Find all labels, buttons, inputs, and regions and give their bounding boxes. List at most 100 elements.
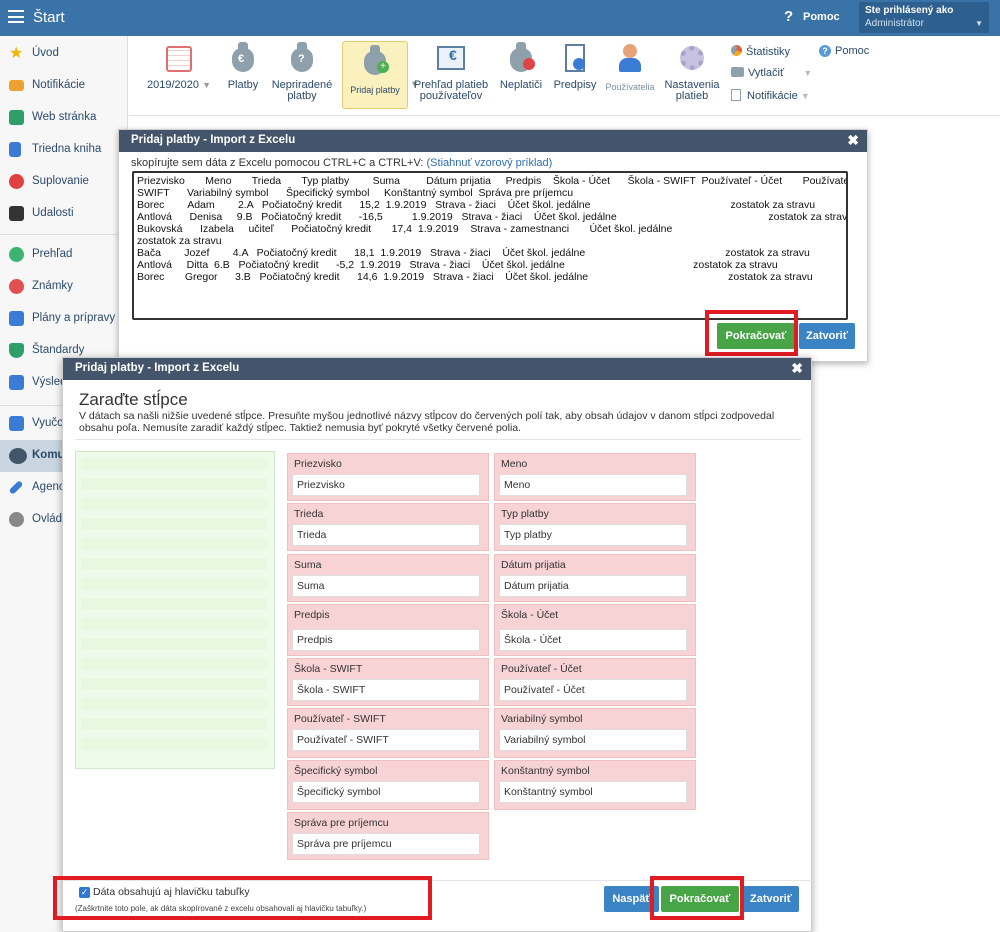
money-bag-add-icon: + (359, 45, 391, 77)
sidebar-item-triedna-kniha[interactable]: Triedna kniha (0, 134, 128, 166)
sidebar-item-label: Komu (32, 449, 65, 461)
target-field-skola-swift[interactable]: Škola - SWIFT Škola - SWIFT (287, 658, 489, 706)
field-chip[interactable]: Dátum prijatia (499, 575, 687, 597)
target-field-konstantny-symbol[interactable]: Konštantný symbol Konštantný symbol (494, 760, 696, 810)
user-menu[interactable]: Ste prihlásený ako Administrátor ▼ (859, 2, 989, 33)
field-chip[interactable]: Správa pre príjemcu (292, 833, 480, 855)
toolbar-nepriradene-platby[interactable]: ? Nepriradené platby (269, 42, 335, 106)
toolbar-label: Predpisy (553, 79, 597, 91)
target-field-predpis[interactable]: Predpis Predpis (287, 604, 489, 656)
year-selector[interactable]: 2019/2020 ▼ (144, 42, 214, 106)
field-chip[interactable]: Škola - Účet (499, 629, 687, 651)
field-chip[interactable]: Používateľ - SWIFT (292, 729, 480, 751)
target-field-typ-platby[interactable]: Typ platby Typ platby (494, 503, 696, 551)
sidebar-item-web-stranka[interactable]: Web stránka (0, 102, 128, 134)
field-label: Správa pre príjemcu (294, 817, 389, 829)
field-chip[interactable]: Trieda (292, 524, 480, 546)
book-icon (9, 142, 21, 157)
paste-textarea[interactable]: Priezvisko Meno Trieda Typ platby Suma D… (132, 171, 848, 320)
field-chip[interactable]: Predpis (292, 629, 480, 651)
sidebar-item-label: Notifikácie (32, 79, 86, 91)
page-title: Štart (33, 9, 65, 26)
sidebar-item-suplovanie[interactable]: Suplovanie (0, 166, 128, 198)
field-chip[interactable]: Škola - SWIFT (292, 679, 480, 701)
target-field-pouzivatel-ucet[interactable]: Používateľ - Účet Používateľ - Účet (494, 658, 696, 706)
pool-slot (81, 618, 267, 630)
field-label: Škola - Účet (501, 609, 559, 621)
field-chip[interactable]: Variabilný symbol (499, 729, 687, 751)
pool-slot (81, 538, 267, 550)
field-chip[interactable]: Používateľ - Účet (499, 679, 687, 701)
close-icon[interactable]: ✖ (847, 132, 859, 149)
sidebar-item-udalosti[interactable]: Udalosti (0, 198, 128, 230)
target-field-trieda[interactable]: Trieda Trieda (287, 503, 489, 551)
column-mapping-dialog: Pridaj platby - Import z Excelu ✖ Zaraďt… (62, 357, 813, 932)
hamburger-menu-icon[interactable] (8, 10, 24, 23)
target-field-skola-ucet[interactable]: Škola - Účet Škola - Účet (494, 604, 696, 656)
target-field-specificky-symbol[interactable]: Špecifický symbol Špecifický symbol (287, 760, 489, 810)
pie-chart-icon (731, 45, 742, 56)
field-chip[interactable]: Meno (499, 474, 687, 496)
pool-slot (81, 658, 267, 670)
sidebar-item-znamky[interactable]: Známky (0, 271, 128, 303)
target-field-sprava-pre-prijemcu[interactable]: Správa pre príjemcu Správa pre príjemcu (287, 812, 489, 860)
sidebar-item-plany[interactable]: Plány a prípravy (0, 303, 128, 335)
help-icon[interactable]: ? (784, 8, 793, 25)
pool-slot (81, 518, 267, 530)
dialog-title: Pridaj platby - Import z Excelu (131, 134, 296, 146)
field-label: Typ platby (501, 508, 549, 520)
toolbar-notifikacie[interactable]: Notifikácie ▼ (731, 89, 810, 102)
gear-icon (676, 42, 708, 74)
field-label: Predpis (294, 609, 330, 621)
toolbar-pomoc[interactable]: ? Pomoc (819, 45, 869, 57)
sidebar-item-uvod[interactable]: ★ Úvod (0, 38, 128, 70)
source-columns-pool[interactable] (75, 451, 275, 769)
bar-chart-icon (9, 375, 24, 390)
toolbar-prehlad-platieb[interactable]: € Prehľad platieb používateľov (412, 42, 490, 106)
download-sample-link[interactable]: (Stiahnuť vzorový príklad) (427, 157, 553, 169)
field-chip[interactable]: Priezvisko (292, 474, 480, 496)
year-label: 2019/2020 (147, 79, 199, 91)
check-circle-icon (9, 247, 24, 262)
toolbar-nastavenia-platieb[interactable]: Nastavenia platieb (661, 42, 723, 106)
field-label: Meno (501, 458, 528, 470)
toolbar-neplatici[interactable]: Neplatiči (497, 42, 545, 106)
sidebar-item-prehlad[interactable]: Prehľad (0, 239, 128, 271)
target-field-pouzivatel-swift[interactable]: Používateľ - SWIFT Používateľ - SWIFT (287, 708, 489, 758)
mapping-heading: Zaraďte stĺpce (79, 390, 188, 409)
paste-instruction: skopírujte sem dáta z Excelu pomocou CTR… (131, 157, 552, 169)
target-field-variabilny-symbol[interactable]: Variabilný symbol Variabilný symbol (494, 708, 696, 758)
calendar-icon (9, 206, 24, 221)
close-button[interactable]: Zatvoriť (743, 886, 799, 912)
field-label: Variabilný symbol (501, 713, 583, 725)
toolbar-platby[interactable]: € Platby (219, 42, 267, 106)
toolbar-statistiky[interactable]: Štatistiky (731, 45, 790, 58)
toolbar-pridaj-platby[interactable]: + Pridaj platby ▼ (342, 41, 419, 109)
field-label: Priezvisko (294, 458, 342, 470)
close-icon[interactable]: ✖ (791, 360, 803, 377)
field-chip[interactable]: Špecifický symbol (292, 781, 480, 803)
toolbar-predpisy[interactable]: Predpisy (550, 42, 600, 106)
document-icon (731, 89, 741, 101)
sidebar-item-label: Triedna kniha (32, 143, 102, 155)
field-chip[interactable]: Typ platby (499, 524, 687, 546)
target-field-meno[interactable]: Meno Meno (494, 453, 696, 501)
chevron-down-icon: ▼ (800, 91, 810, 101)
toolbar-vytlacit[interactable]: Vytlačiť ▼ (731, 67, 812, 79)
toolbar-pouzivatelia[interactable]: Používatelia (604, 42, 656, 106)
help-link[interactable]: Pomoc (803, 11, 840, 23)
target-field-datum-prijatia[interactable]: Dátum prijatia Dátum prijatia (494, 554, 696, 602)
target-field-priezvisko[interactable]: Priezvisko Priezvisko (287, 453, 489, 501)
field-label: Používateľ - SWIFT (294, 713, 386, 725)
pool-slot (81, 498, 267, 510)
close-button[interactable]: Zatvoriť (799, 323, 855, 349)
target-field-suma[interactable]: Suma Suma (287, 554, 489, 602)
field-chip[interactable]: Suma (292, 575, 480, 597)
sidebar-item-label: Suplovanie (32, 175, 89, 187)
sidebar-item-notifikacie[interactable]: Notifikácie (0, 70, 128, 102)
field-chip[interactable]: Konštantný symbol (499, 781, 687, 803)
book-euro-icon: € (435, 42, 467, 74)
pool-slot (81, 558, 267, 570)
pool-slot (81, 738, 267, 750)
sidebar-item-label: Ovlád (32, 513, 63, 525)
